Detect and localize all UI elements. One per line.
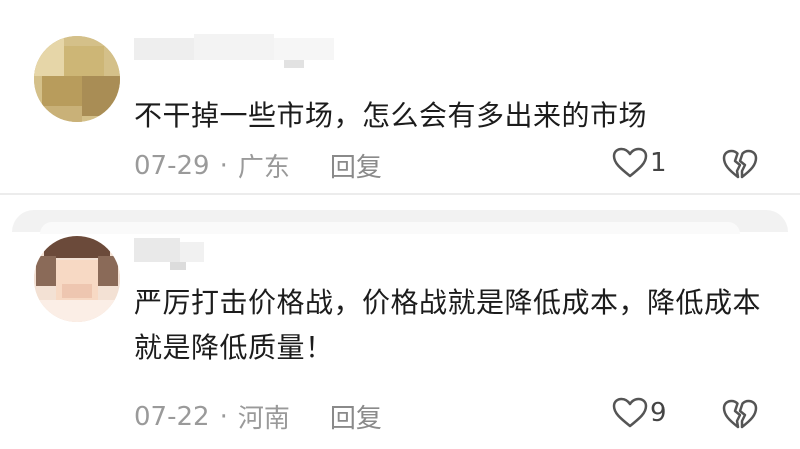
heart-outline-icon bbox=[612, 397, 648, 428]
reply-button[interactable]: 回复 bbox=[330, 147, 382, 184]
comment-region: 广东 bbox=[237, 153, 290, 183]
like-button[interactable]: 9 bbox=[612, 397, 667, 429]
broken-heart-icon bbox=[722, 399, 758, 429]
like-count: 9 bbox=[650, 398, 667, 428]
comment-list: 不干掉一些市场，怎么会有多出来的市场 07-29 · 广东 回复 1 严厉打击价… bbox=[0, 0, 800, 449]
divider bbox=[0, 193, 800, 195]
dislike-button[interactable] bbox=[722, 149, 758, 185]
reply-button[interactable]: 回复 bbox=[330, 398, 382, 435]
broken-heart-icon[interactable] bbox=[740, 0, 780, 8]
comment-text: 严厉打击价格战，价格战就是降低成本，降低成本就是降低质量！ bbox=[134, 286, 762, 364]
dislike-button[interactable] bbox=[722, 399, 758, 435]
username-blurred[interactable] bbox=[134, 236, 204, 270]
avatar[interactable] bbox=[34, 236, 120, 322]
heart-icon[interactable] bbox=[624, 0, 664, 8]
comment-date: 07-29 bbox=[134, 150, 210, 181]
comment-meta: 07-29 · 广东 回复 bbox=[134, 147, 382, 184]
meta-separator: · bbox=[219, 150, 228, 181]
avatar[interactable] bbox=[34, 36, 120, 122]
comment-text: 不干掉一些市场，怎么会有多出来的市场 bbox=[134, 99, 648, 132]
comment-item: 严厉打击价格战，价格战就是降低成本，降低成本就是降低质量！ 07-22 · 河南… bbox=[0, 230, 800, 449]
username-blurred[interactable] bbox=[134, 32, 334, 68]
broken-heart-icon bbox=[722, 149, 758, 179]
heart-outline-icon bbox=[612, 147, 648, 178]
like-count: 1 bbox=[650, 148, 667, 178]
meta-separator: · bbox=[219, 401, 228, 432]
like-button[interactable]: 1 bbox=[612, 147, 667, 179]
comment-region: 河南 bbox=[237, 404, 290, 434]
previous-comment-actions bbox=[624, 0, 780, 8]
comment-item: 不干掉一些市场，怎么会有多出来的市场 07-29 · 广东 回复 1 bbox=[0, 30, 800, 198]
comment-date: 07-22 bbox=[134, 401, 210, 432]
comment-meta: 07-22 · 河南 回复 bbox=[134, 398, 382, 435]
